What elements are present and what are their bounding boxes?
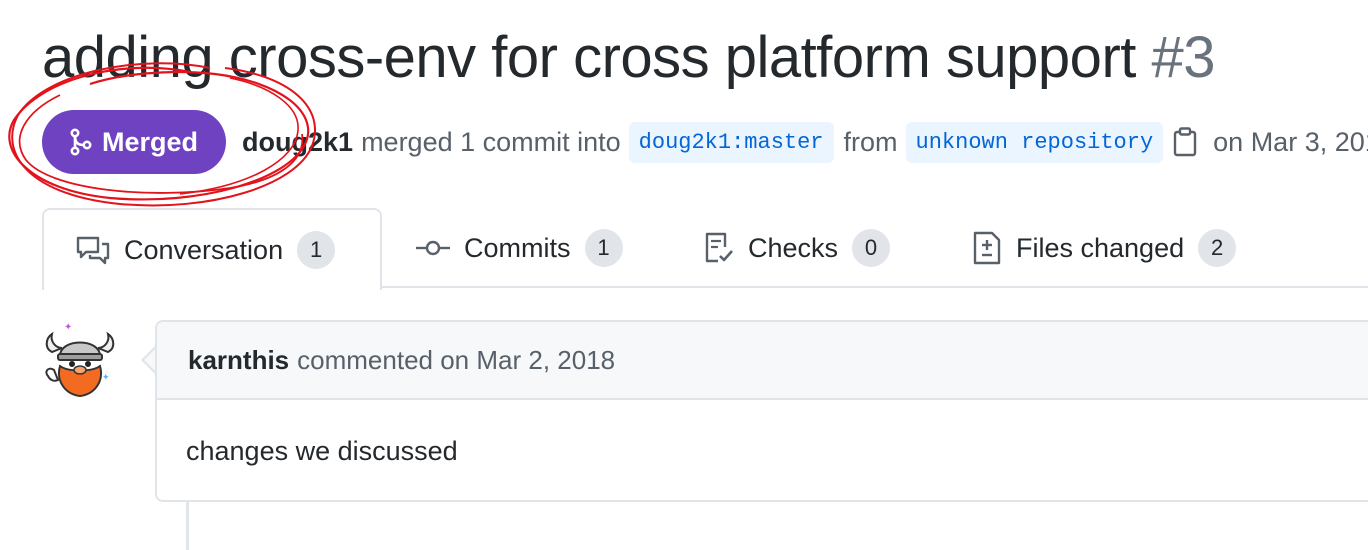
viking-avatar-icon: ✦ ✦ [45, 322, 115, 398]
file-diff-icon [973, 231, 1001, 265]
comment-timestamp[interactable]: commented on Mar 2, 2018 [297, 345, 615, 376]
tab-commits-label: Commits [464, 232, 571, 263]
tab-files-changed-label: Files changed [1016, 232, 1185, 263]
comment-discussion-icon [76, 236, 110, 265]
git-commit-icon [416, 240, 450, 256]
svg-text:✦: ✦ [64, 322, 72, 333]
tab-files-changed-count: 2 [1198, 229, 1237, 267]
tab-conversation-count: 1 [297, 231, 336, 269]
tab-conversation[interactable]: Conversation 1 [42, 208, 382, 290]
tab-commits[interactable]: Commits 1 [416, 208, 623, 288]
comment-author-link[interactable]: karnthis [188, 345, 289, 376]
comment-box: karnthis commented on Mar 2, 2018 change… [155, 320, 1368, 502]
merge-description: merged 1 commit into [361, 126, 621, 157]
comment-body: changes we discussed [186, 436, 458, 466]
commenter-avatar[interactable]: ✦ ✦ [42, 320, 118, 400]
checklist-icon [705, 232, 733, 263]
svg-text:✦: ✦ [102, 372, 110, 382]
clippy-icon [1173, 127, 1197, 157]
pr-meta: Merged doug2k1 merged 1 commit into doug… [42, 110, 1368, 174]
tab-checks-count: 0 [852, 229, 891, 267]
from-text: from [843, 126, 898, 157]
pr-title: adding cross-env for cross platform supp… [42, 22, 1216, 94]
timeline-line [186, 502, 189, 550]
comment-header: karnthis commented on Mar 2, 2018 [157, 322, 1368, 400]
pr-tabs: Conversation 1 Commits 1 Checks 0 Files … [42, 208, 1368, 290]
merged-status-label: Merged [102, 126, 199, 157]
tab-checks-label: Checks [748, 232, 839, 263]
merge-author-link[interactable]: doug2k1 [242, 127, 353, 158]
tab-checks[interactable]: Checks 0 [704, 208, 891, 288]
git-merge-icon [70, 128, 92, 156]
pr-number: #3 [1151, 25, 1216, 90]
base-branch-label[interactable]: doug2k1:master [628, 121, 834, 163]
copy-branch-button[interactable] [1173, 127, 1197, 157]
merged-status-badge[interactable]: Merged [42, 110, 227, 174]
pr-title-text: adding cross-env for cross platform supp… [42, 25, 1136, 90]
head-branch-label[interactable]: unknown repository [905, 121, 1164, 163]
tab-commits-count: 1 [584, 229, 623, 267]
tab-conversation-label: Conversation [124, 234, 284, 265]
tab-files-changed[interactable]: Files changed 2 [972, 208, 1237, 288]
merge-date: on Mar 3, 2018 [1213, 126, 1368, 157]
